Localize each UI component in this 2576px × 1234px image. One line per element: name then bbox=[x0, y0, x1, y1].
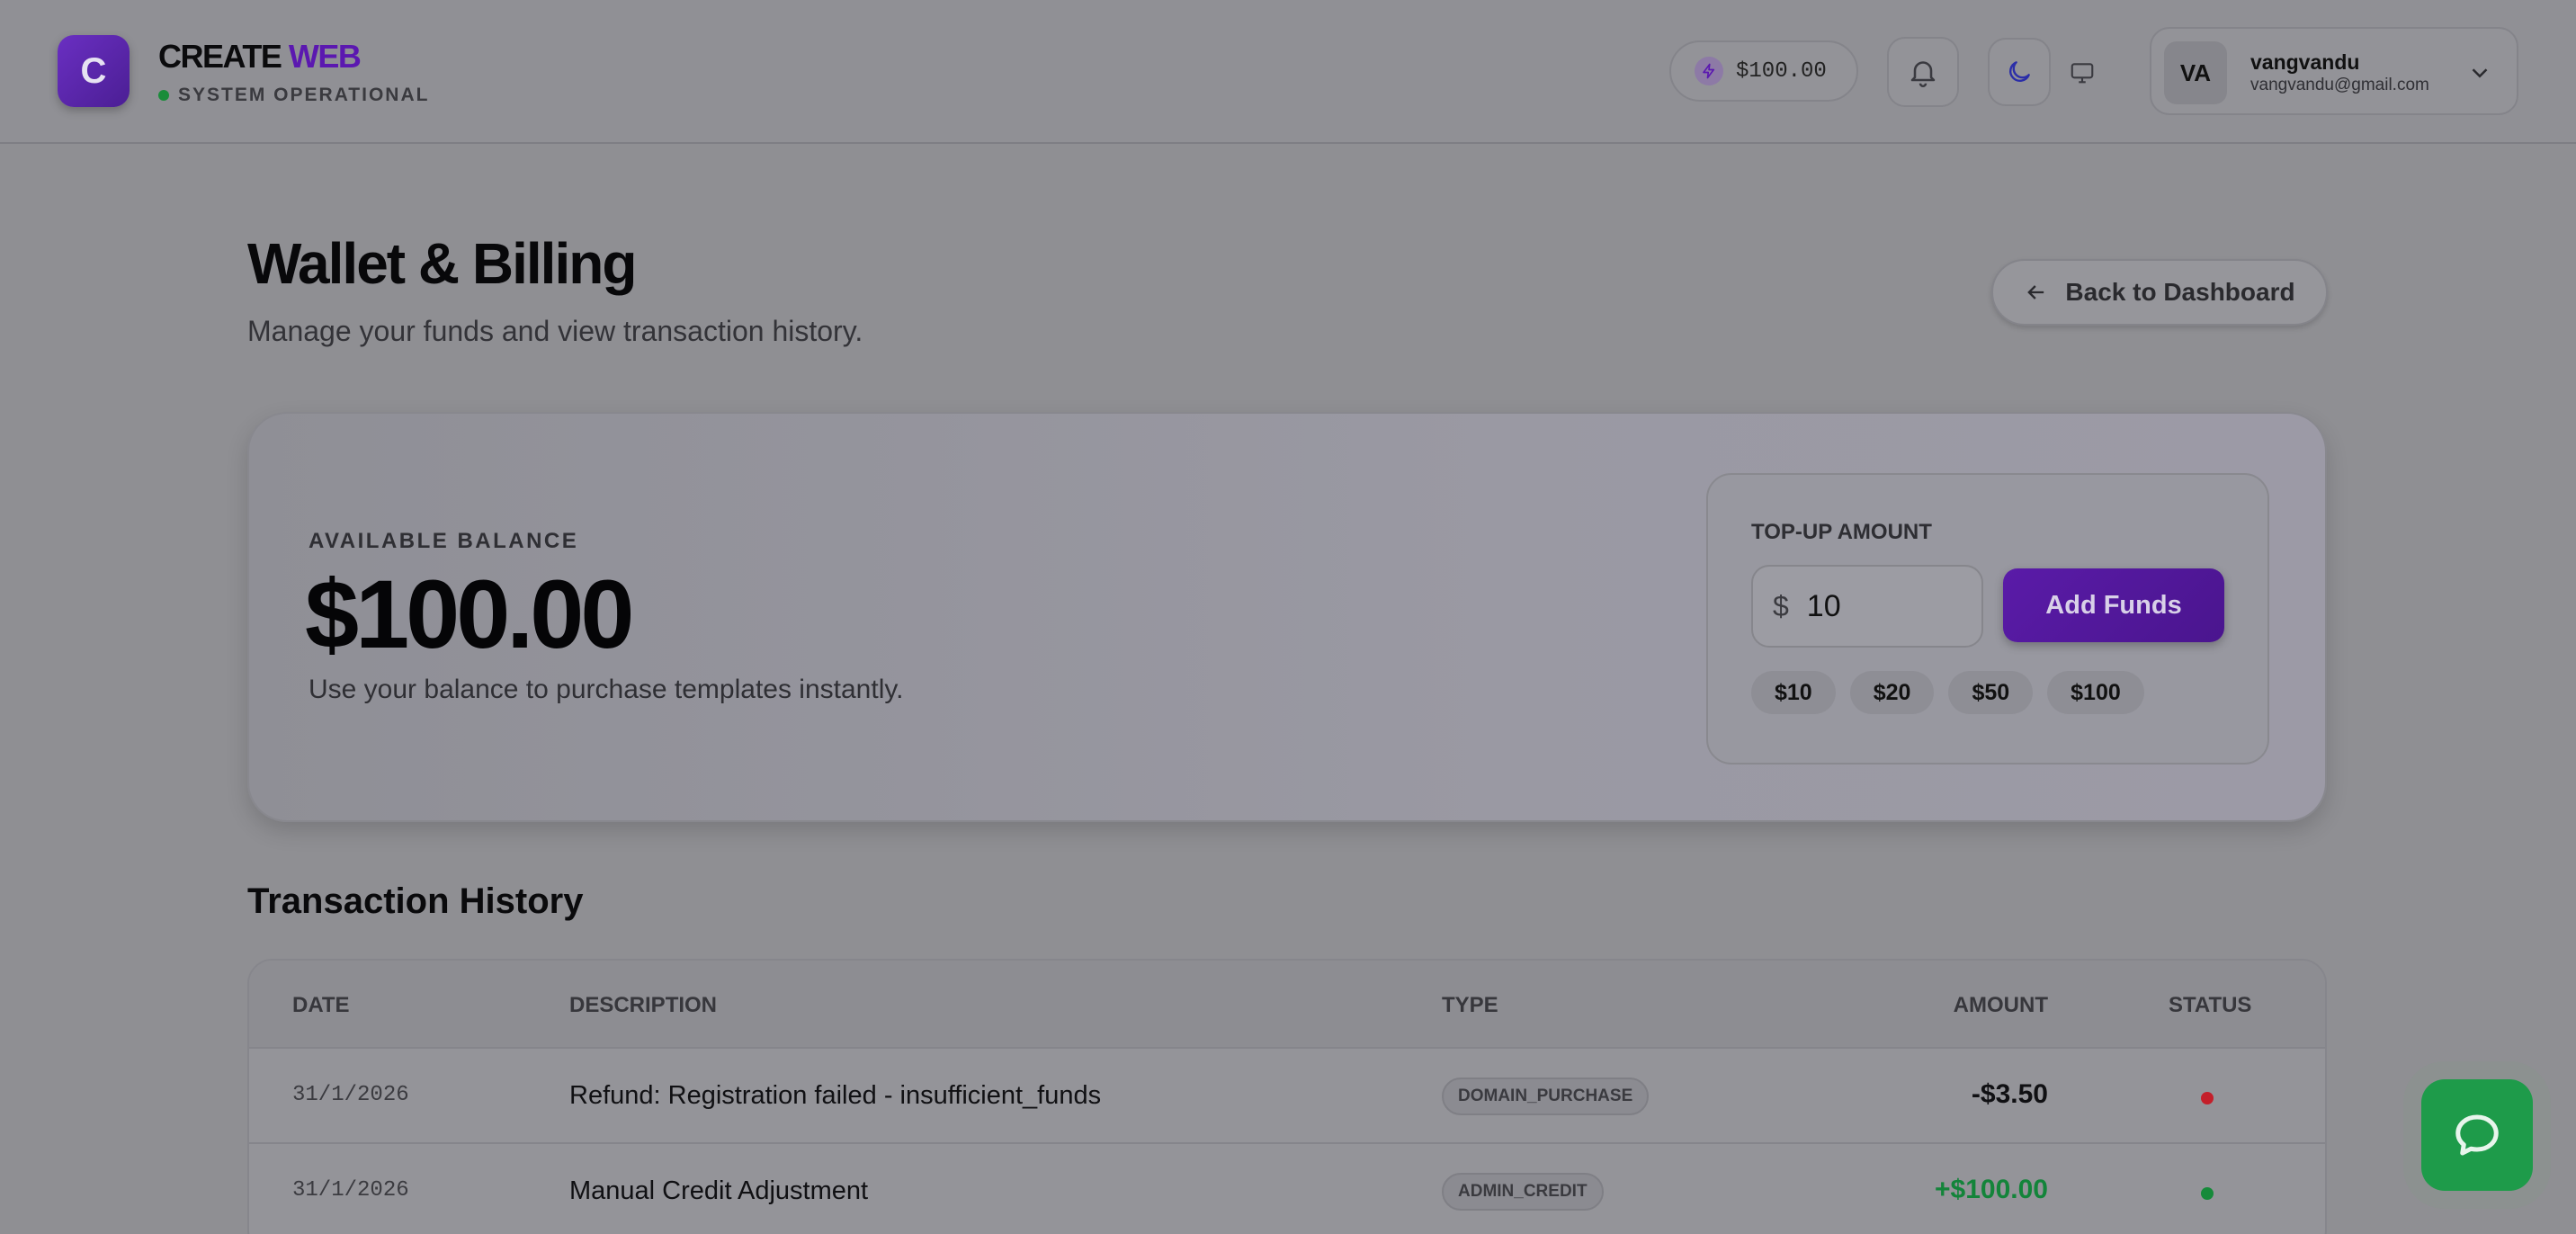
theme-switcher bbox=[1988, 37, 2114, 107]
topup-panel: TOP-UP AMOUNT $ Add Funds $10 $20 $50 $1… bbox=[1706, 473, 2269, 765]
top-header: C CREATE WEB SYSTEM OPERATIONAL $100.00 … bbox=[0, 0, 2576, 144]
balance-card: AVAILABLE BALANCE $100.00 Use your balan… bbox=[247, 412, 2327, 822]
monitor-icon bbox=[2071, 63, 2094, 84]
topup-amount-input[interactable] bbox=[1806, 588, 1942, 624]
currency-symbol: $ bbox=[1773, 589, 1789, 622]
chat-bubble-icon bbox=[2455, 1114, 2499, 1156]
user-menu[interactable]: VA vangvandu vangvandu@gmail.com bbox=[2150, 27, 2518, 115]
column-header-amount: AMOUNT bbox=[1953, 993, 2048, 1017]
preset-amounts: $10 $20 $50 $100 bbox=[1751, 671, 2144, 714]
column-header-type: TYPE bbox=[1442, 993, 1498, 1017]
column-header-description: DESCRIPTION bbox=[569, 993, 718, 1017]
dark-mode-button[interactable] bbox=[1988, 38, 2052, 106]
row-amount: -$3.50 bbox=[1971, 1079, 2048, 1109]
status-dot-icon bbox=[2201, 1092, 2214, 1104]
status-dot-icon bbox=[158, 90, 169, 101]
back-to-dashboard-button[interactable]: Back to Dashboard bbox=[1991, 259, 2328, 326]
available-balance-value: $100.00 bbox=[305, 559, 634, 668]
system-theme-button[interactable] bbox=[2051, 38, 2114, 106]
row-type-badge: DOMAIN_PURCHASE bbox=[1442, 1078, 1650, 1115]
row-type-badge: ADMIN_CREDIT bbox=[1442, 1173, 1604, 1211]
table-header: DATE DESCRIPTION TYPE AMOUNT STATUS bbox=[249, 961, 2325, 1047]
chat-button[interactable] bbox=[2421, 1079, 2533, 1191]
moon-icon bbox=[2009, 61, 2030, 82]
available-balance-label: AVAILABLE BALANCE bbox=[309, 529, 579, 553]
transaction-history-title: Transaction History bbox=[247, 881, 584, 921]
brand-name: CREATE WEB bbox=[158, 38, 362, 76]
brand-main-text: CREATE bbox=[158, 38, 282, 75]
preset-amount-button[interactable]: $50 bbox=[1948, 671, 2034, 714]
row-description: Manual Credit Adjustment bbox=[569, 1176, 869, 1205]
chevron-down-icon bbox=[2472, 68, 2488, 78]
add-funds-button[interactable]: Add Funds bbox=[2003, 568, 2224, 642]
notifications-button[interactable] bbox=[1887, 37, 1959, 107]
brand-accent-text: WEB bbox=[288, 38, 362, 75]
preset-amount-button[interactable]: $20 bbox=[1849, 671, 1935, 714]
row-description: Refund: Registration failed - insufficie… bbox=[569, 1081, 1102, 1110]
balance-note: Use your balance to purchase templates i… bbox=[309, 675, 904, 704]
logo[interactable]: C bbox=[58, 35, 130, 107]
page-subtitle: Manage your funds and view transaction h… bbox=[247, 315, 863, 347]
back-button-label: Back to Dashboard bbox=[2065, 278, 2295, 306]
status-dot-icon bbox=[2201, 1187, 2214, 1200]
wallet-balance-value: $100.00 bbox=[1736, 58, 1827, 84]
column-header-date: DATE bbox=[292, 993, 350, 1017]
preset-amount-button[interactable]: $100 bbox=[2047, 671, 2144, 714]
page-title: Wallet & Billing bbox=[247, 231, 637, 296]
row-amount: +$100.00 bbox=[1935, 1175, 2048, 1204]
topup-amount-field[interactable]: $ bbox=[1751, 565, 1983, 648]
table-row[interactable]: 31/1/2026 Manual Credit Adjustment ADMIN… bbox=[249, 1142, 2325, 1234]
preset-amount-button[interactable]: $10 bbox=[1751, 671, 1836, 714]
topup-label: TOP-UP AMOUNT bbox=[1751, 520, 1932, 544]
system-status-text: SYSTEM OPERATIONAL bbox=[178, 85, 430, 105]
avatar: VA bbox=[2164, 41, 2227, 104]
user-name: vangvandu bbox=[2250, 50, 2360, 74]
column-header-status: STATUS bbox=[2169, 993, 2252, 1017]
row-date: 31/1/2026 bbox=[292, 1178, 409, 1203]
user-email: vangvandu@gmail.com bbox=[2250, 76, 2429, 94]
transaction-table: DATE DESCRIPTION TYPE AMOUNT STATUS 31/1… bbox=[247, 959, 2327, 1234]
bell-icon bbox=[1910, 61, 1936, 87]
table-row[interactable]: 31/1/2026 Refund: Registration failed - … bbox=[249, 1047, 2325, 1142]
arrow-left-icon bbox=[2027, 285, 2044, 300]
system-status: SYSTEM OPERATIONAL bbox=[158, 85, 429, 106]
row-date: 31/1/2026 bbox=[292, 1083, 409, 1107]
lightning-icon bbox=[1695, 57, 1723, 85]
wallet-balance-pill[interactable]: $100.00 bbox=[1669, 40, 1858, 102]
